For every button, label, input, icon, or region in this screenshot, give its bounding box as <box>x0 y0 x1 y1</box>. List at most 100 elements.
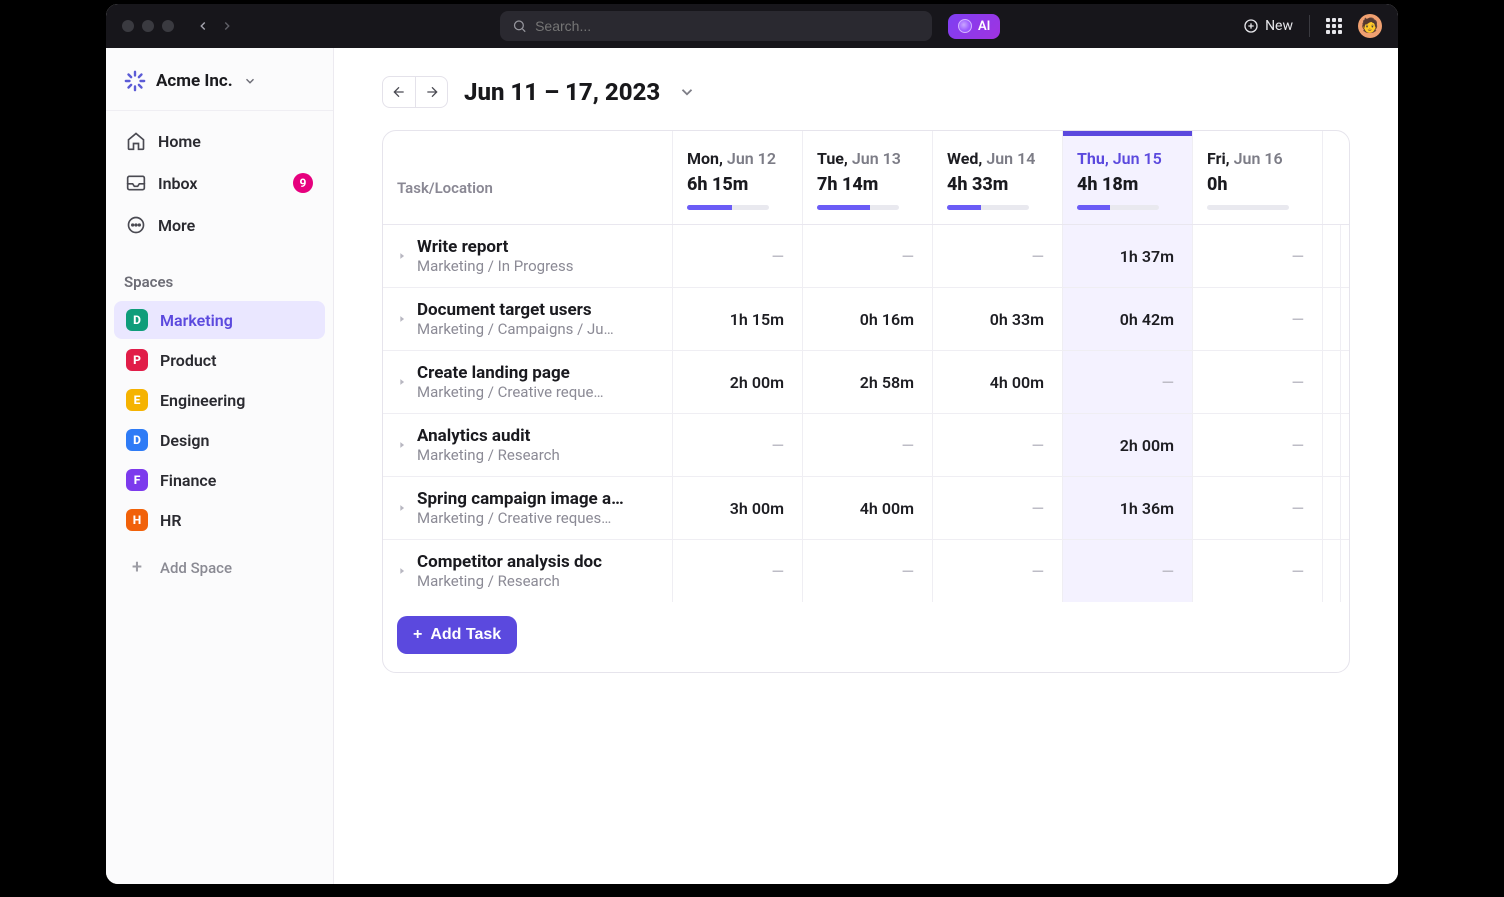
time-cell[interactable]: — <box>803 225 933 287</box>
expand-row-icon[interactable] <box>397 503 407 513</box>
space-chip-icon: F <box>126 469 148 491</box>
task-cell[interactable]: Analytics audit Marketing / Research <box>383 414 673 476</box>
inbox-icon <box>126 173 146 193</box>
apps-grid-icon[interactable] <box>1326 18 1342 34</box>
search-input[interactable] <box>535 18 920 34</box>
time-cell[interactable]: — <box>933 225 1063 287</box>
day-progress-bar <box>1207 205 1289 210</box>
date-range-header: Jun 11 – 17, 2023 <box>334 76 1398 130</box>
chevron-down-icon[interactable] <box>678 83 696 101</box>
ai-label: AI <box>978 19 990 34</box>
time-cell[interactable]: — <box>933 414 1063 476</box>
time-cell[interactable]: — <box>803 540 933 602</box>
task-name: Competitor analysis doc <box>417 552 602 572</box>
day-header-tue[interactable]: Tue, Jun 13 7h 14m <box>803 131 933 224</box>
time-cell[interactable]: — <box>1193 414 1323 476</box>
space-chip-icon: D <box>126 309 148 331</box>
time-cell[interactable]: 1h 36m <box>1063 477 1193 539</box>
space-chip-icon: H <box>126 509 148 531</box>
time-cell[interactable]: — <box>1193 477 1323 539</box>
sidebar-space-finance[interactable]: F Finance <box>114 461 325 499</box>
time-cell[interactable]: — <box>933 477 1063 539</box>
expand-row-icon[interactable] <box>397 377 407 387</box>
time-cell[interactable]: — <box>1063 540 1193 602</box>
window-controls <box>122 20 174 32</box>
task-cell[interactable]: Create landing page Marketing / Creative… <box>383 351 673 413</box>
add-task-button[interactable]: Add Task <box>397 616 517 654</box>
expand-row-icon[interactable] <box>397 314 407 324</box>
time-cell[interactable]: 0h 42m <box>1063 288 1193 350</box>
day-header-fri[interactable]: Fri, Jun 16 0h <box>1193 131 1323 224</box>
day-header-wed[interactable]: Wed, Jun 14 4h 33m <box>933 131 1063 224</box>
time-cell[interactable]: 0h 33m <box>933 288 1063 350</box>
minimize-window-dot[interactable] <box>142 20 154 32</box>
task-cell[interactable]: Competitor analysis doc Marketing / Rese… <box>383 540 673 602</box>
time-cell[interactable]: — <box>673 225 803 287</box>
search-icon <box>512 18 527 34</box>
plus-icon: + <box>126 557 148 578</box>
forward-button[interactable] <box>218 17 236 35</box>
search-bar[interactable] <box>500 11 932 41</box>
time-cell[interactable]: 1h 37m <box>1063 225 1193 287</box>
time-cell[interactable]: 2h 58m <box>803 351 933 413</box>
task-name: Create landing page <box>417 363 604 383</box>
space-label: HR <box>160 511 182 530</box>
home-icon <box>126 131 146 151</box>
row-overflow <box>1323 477 1341 539</box>
prev-range-button[interactable] <box>383 77 415 107</box>
time-cell[interactable]: — <box>1063 351 1193 413</box>
ai-button[interactable]: AI <box>948 14 1000 39</box>
time-cell[interactable]: — <box>673 540 803 602</box>
day-total: 7h 14m <box>817 174 918 195</box>
new-button[interactable]: New <box>1243 18 1293 34</box>
space-label: Engineering <box>160 391 245 410</box>
task-cell[interactable]: Write report Marketing / In Progress <box>383 225 673 287</box>
time-cell[interactable]: — <box>1193 288 1323 350</box>
day-header-thu[interactable]: Thu, Jun 15 4h 18m <box>1063 131 1193 224</box>
task-cell[interactable]: Spring campaign image a… Marketing / Cre… <box>383 477 673 539</box>
day-label: Mon, Jun 12 <box>687 149 788 168</box>
nav-inbox-label: Inbox <box>158 174 198 193</box>
sidebar-space-product[interactable]: P Product <box>114 341 325 379</box>
ai-icon <box>958 19 972 33</box>
time-cell[interactable]: 0h 16m <box>803 288 933 350</box>
time-cell[interactable]: 2h 00m <box>673 351 803 413</box>
time-cell[interactable]: 4h 00m <box>933 351 1063 413</box>
close-window-dot[interactable] <box>122 20 134 32</box>
back-button[interactable] <box>194 17 212 35</box>
time-cell[interactable]: — <box>673 414 803 476</box>
sidebar-space-engineering[interactable]: E Engineering <box>114 381 325 419</box>
time-cell[interactable]: — <box>1193 351 1323 413</box>
day-header-mon[interactable]: Mon, Jun 12 6h 15m <box>673 131 803 224</box>
nav-more[interactable]: More <box>114 205 325 245</box>
expand-row-icon[interactable] <box>397 566 407 576</box>
time-cell[interactable]: 2h 00m <box>1063 414 1193 476</box>
time-cell[interactable]: — <box>933 540 1063 602</box>
sidebar-space-design[interactable]: D Design <box>114 421 325 459</box>
day-header-overflow <box>1323 131 1350 224</box>
task-location-label: Task/Location <box>397 149 658 197</box>
space-chip-icon: P <box>126 349 148 371</box>
task-name: Document target users <box>417 300 614 320</box>
expand-row-icon[interactable] <box>397 440 407 450</box>
time-cell[interactable]: 1h 15m <box>673 288 803 350</box>
workspace-switcher[interactable]: Acme Inc. <box>106 56 333 111</box>
time-cell[interactable]: — <box>1193 225 1323 287</box>
main-content: Jun 11 – 17, 2023 Task/Location Mon, Jun… <box>334 48 1398 884</box>
sidebar-space-marketing[interactable]: D Marketing <box>114 301 325 339</box>
task-cell[interactable]: Document target users Marketing / Campai… <box>383 288 673 350</box>
user-avatar[interactable]: 🧑 <box>1358 14 1382 38</box>
nav-inbox[interactable]: Inbox 9 <box>114 163 325 203</box>
time-cell[interactable]: — <box>803 414 933 476</box>
row-overflow <box>1323 288 1341 350</box>
nav-home[interactable]: Home <box>114 121 325 161</box>
sidebar-space-hr[interactable]: H HR <box>114 501 325 539</box>
expand-row-icon[interactable] <box>397 251 407 261</box>
maximize-window-dot[interactable] <box>162 20 174 32</box>
next-range-button[interactable] <box>415 77 447 107</box>
add-space-button[interactable]: + Add Space <box>114 547 325 588</box>
time-cell[interactable]: 3h 00m <box>673 477 803 539</box>
time-cell[interactable]: — <box>1193 540 1323 602</box>
row-overflow <box>1323 225 1341 287</box>
time-cell[interactable]: 4h 00m <box>803 477 933 539</box>
